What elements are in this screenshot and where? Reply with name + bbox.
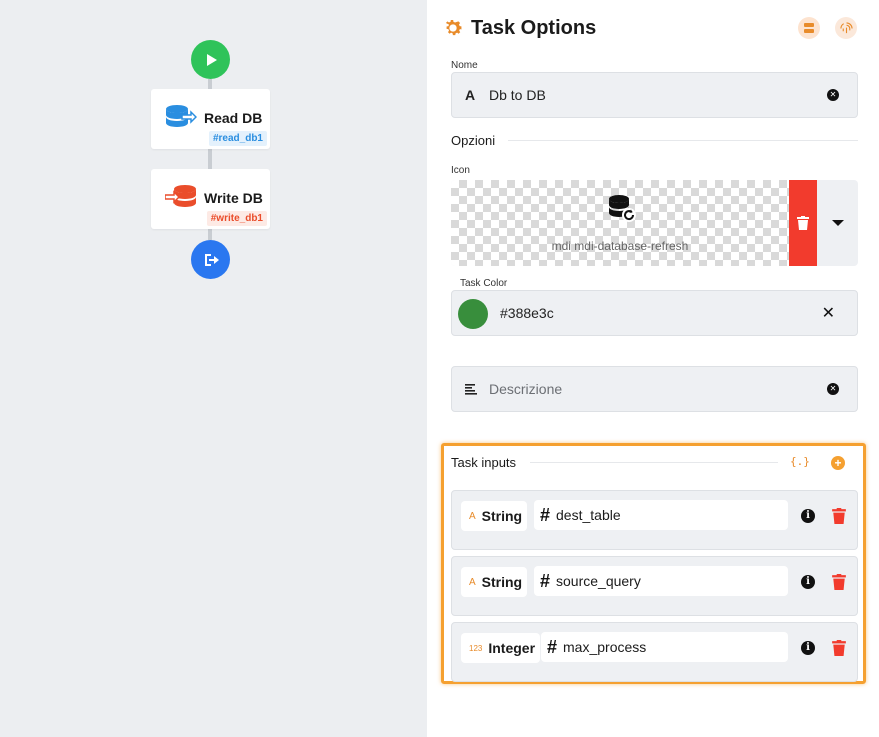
- type-label: String: [481, 508, 523, 524]
- description-placeholder: Descrizione: [489, 381, 563, 397]
- connector: [208, 79, 212, 89]
- name-value: Db to DB: [489, 87, 546, 103]
- trash-icon[interactable]: [832, 574, 846, 590]
- task-input-row[interactable]: 123 Integer # max_process i: [451, 622, 858, 682]
- fingerprint-button[interactable]: [835, 17, 857, 39]
- panel-title: Task Options: [471, 17, 597, 39]
- database-import-icon: [166, 105, 197, 127]
- close-icon[interactable]: ✕: [822, 303, 835, 323]
- type-label: String: [481, 574, 523, 590]
- type-chip[interactable]: 123 Integer: [461, 633, 541, 663]
- fingerprint-icon: [839, 21, 853, 33]
- hash-icon: #: [540, 570, 551, 591]
- exit-icon: [204, 253, 219, 266]
- connector: [208, 229, 212, 240]
- divider: [508, 140, 858, 141]
- task-node-tag: #write_db1: [206, 211, 267, 226]
- input-name: max_process: [563, 639, 647, 655]
- type-chip[interactable]: A String: [461, 501, 528, 531]
- task-node-label: Write DB: [204, 190, 263, 206]
- clear-icon[interactable]: ✕: [827, 383, 839, 395]
- info-icon[interactable]: i: [801, 641, 815, 655]
- start-node[interactable]: [191, 40, 230, 79]
- icon-picker[interactable]: mdi mdi-database-refresh: [451, 180, 858, 266]
- name-label: Nome: [451, 60, 478, 71]
- color-swatch[interactable]: [458, 299, 488, 329]
- input-name-field[interactable]: # source_query: [534, 566, 788, 596]
- icon-dropdown-button[interactable]: [817, 180, 858, 266]
- type-label: Integer: [488, 640, 536, 656]
- type-icon: 123: [469, 643, 483, 653]
- icon-preview-area[interactable]: mdi mdi-database-refresh: [451, 180, 789, 266]
- type-icon: A: [469, 576, 476, 588]
- connector: [208, 149, 212, 169]
- flow-canvas[interactable]: Read DB #read_db1 Write DB #write_db1: [0, 0, 427, 737]
- hash-icon: #: [547, 636, 558, 657]
- color-label: Task Color: [460, 278, 508, 289]
- info-icon[interactable]: i: [801, 575, 815, 589]
- rows-icon: [804, 23, 814, 33]
- gear-icon: [445, 20, 462, 36]
- color-field[interactable]: #388e3c ✕: [451, 290, 858, 336]
- info-icon[interactable]: i: [801, 509, 815, 523]
- type-chip[interactable]: A String: [461, 567, 528, 597]
- task-node-read-db[interactable]: Read DB #read_db1: [151, 89, 270, 149]
- icon-name: mdi mdi-database-refresh: [551, 239, 689, 253]
- play-icon: [206, 53, 217, 66]
- task-inputs-heading: Task inputs: [451, 455, 517, 470]
- color-value: #388e3c: [500, 305, 554, 321]
- options-heading: Opzioni: [451, 133, 496, 148]
- format-text-icon: A: [465, 87, 476, 103]
- input-name-field[interactable]: # dest_table: [534, 500, 788, 530]
- input-name: dest_table: [556, 507, 621, 523]
- description-field[interactable]: Descrizione ✕: [451, 366, 858, 412]
- task-input-row[interactable]: A String # source_query i: [451, 556, 858, 616]
- input-name-field[interactable]: # max_process: [541, 632, 788, 662]
- icon-delete-button[interactable]: [789, 180, 817, 266]
- align-left-icon: [465, 384, 477, 395]
- name-field[interactable]: A Db to DB ✕: [451, 72, 858, 118]
- database-export-icon: [165, 185, 196, 207]
- trash-icon[interactable]: [832, 640, 846, 656]
- end-node[interactable]: [191, 240, 230, 279]
- trash-icon: [797, 216, 809, 230]
- task-input-row[interactable]: A String # dest_table i: [451, 490, 858, 550]
- trash-icon[interactable]: [832, 508, 846, 524]
- icon-label: Icon: [451, 165, 470, 176]
- task-node-label: Read DB: [204, 110, 263, 126]
- task-node-write-db[interactable]: Write DB #write_db1: [151, 169, 270, 229]
- clear-icon[interactable]: ✕: [827, 89, 839, 101]
- task-node-tag: #read_db1: [208, 131, 267, 146]
- type-icon: A: [469, 510, 476, 522]
- add-input-button[interactable]: +: [831, 456, 845, 470]
- json-edit-button[interactable]: {.}: [790, 455, 810, 468]
- input-name: source_query: [556, 573, 641, 589]
- divider: [530, 462, 778, 463]
- layout-toggle-button[interactable]: [798, 17, 820, 39]
- hash-icon: #: [540, 504, 551, 525]
- database-refresh-icon: [609, 195, 636, 222]
- caret-down-icon: [831, 220, 844, 226]
